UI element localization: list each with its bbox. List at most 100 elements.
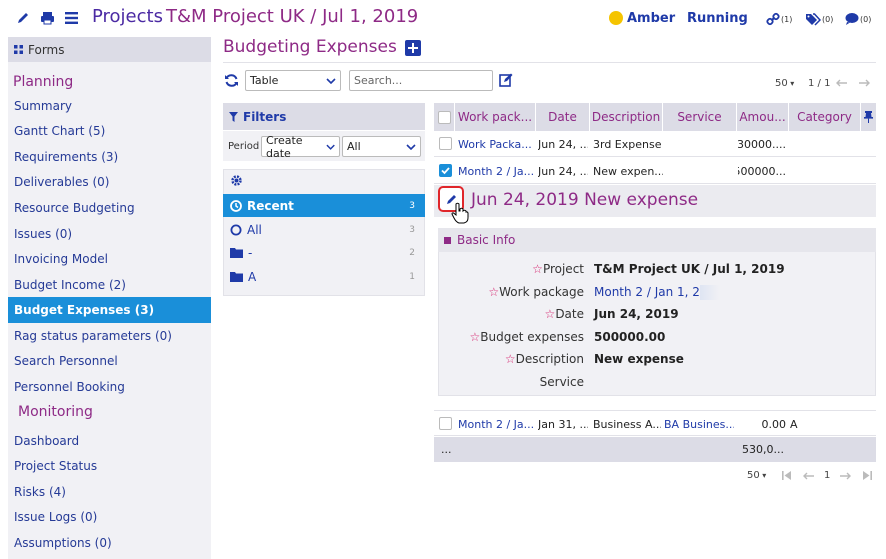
column-service[interactable]: Service	[663, 103, 737, 131]
sidebar-item-summary[interactable]: Summary	[8, 93, 211, 119]
sidebar-item-search-personnel[interactable]: Search Personnel	[8, 348, 211, 374]
title-divider	[223, 62, 876, 63]
header-edit-icon[interactable]	[16, 11, 30, 25]
edit-columns-icon[interactable]	[499, 73, 513, 87]
cell-work-package[interactable]: Month 2 / Ja...	[458, 411, 534, 437]
print-icon[interactable]	[40, 11, 55, 25]
sidebar-item-invoicing-model[interactable]: Invoicing Model	[8, 246, 211, 272]
sidebar-item-issue-logs[interactable]: Issue Logs (0)	[8, 504, 211, 530]
column-category[interactable]: Category	[789, 103, 861, 131]
period-value-select[interactable]: All	[342, 136, 421, 157]
select-all-checkbox[interactable]	[437, 110, 451, 124]
menu-icon[interactable]	[65, 12, 78, 24]
clock-icon	[230, 199, 242, 212]
column-work-package[interactable]: Work pack...	[455, 103, 536, 131]
sidebar-item-assumptions[interactable]: Assumptions (0)	[8, 530, 211, 556]
links-count: (1)	[781, 14, 793, 24]
sidebar-item-dashboard[interactable]: Dashboard	[8, 428, 211, 454]
row-checkbox[interactable]	[439, 417, 452, 430]
status-dot-icon	[609, 11, 623, 25]
cell-service[interactable]	[664, 131, 734, 157]
sidebar-item-rag-status-parameters[interactable]: Rag status parameters (0)	[8, 323, 211, 349]
field-label-service: Service	[539, 375, 584, 389]
cell-work-package[interactable]: Month 2 / Ja...	[458, 158, 534, 184]
sidebar-item-project-status[interactable]: Project Status	[8, 453, 211, 479]
field-value-work-package[interactable]: Month 2 / Jan 1, 20	[594, 285, 708, 299]
filters-header[interactable]: Filters	[223, 103, 425, 130]
last-page-icon[interactable]	[863, 471, 872, 480]
column-description[interactable]: Description	[590, 103, 663, 131]
filter-item-dash[interactable]: - 2	[223, 241, 425, 264]
period-value-value: All	[347, 140, 361, 153]
chevron-down-icon	[326, 144, 335, 150]
tags-button[interactable]: (0)	[805, 11, 833, 27]
sidebar-item-requirements[interactable]: Requirements (3)	[8, 144, 211, 170]
page-size-select[interactable]: 50 ▾	[775, 78, 794, 89]
cell-service[interactable]	[664, 158, 734, 184]
filter-item-label: A	[248, 269, 257, 284]
sidebar-item-resource-budgeting[interactable]: Resource Budgeting	[8, 195, 211, 221]
bottom-page-size-select[interactable]: 50 ▾	[747, 470, 766, 481]
add-expense-button[interactable]	[405, 40, 421, 56]
sidebar-item-risks[interactable]: Risks (4)	[8, 479, 211, 505]
cell-date: Jun 24, ...	[538, 137, 588, 151]
field-label-budget-expenses: ☆Budget expenses	[469, 330, 584, 344]
prev-page-icon[interactable]	[836, 79, 848, 87]
sidebar-item-budget-income[interactable]: Budget Income (2)	[8, 272, 211, 298]
table-row[interactable]: Month 2 / Ja... Jun 24, ... New expen...…	[434, 158, 876, 184]
search-input[interactable]: Search...	[349, 70, 493, 91]
filter-item-all[interactable]: All 3	[223, 218, 425, 241]
check-icon	[441, 167, 450, 175]
cell-service[interactable]: BA Busines...	[664, 411, 734, 437]
column-date[interactable]: Date	[536, 103, 590, 131]
bottom-next-page-icon[interactable]	[839, 472, 851, 480]
cell-description: Business A...	[593, 417, 661, 431]
field-value-project: T&M Project UK / Jul 1, 2019	[594, 262, 785, 276]
totals-amount: 530,0...	[742, 443, 784, 456]
basic-info-header[interactable]: Basic Info	[438, 228, 876, 252]
next-page-icon[interactable]	[858, 79, 870, 87]
field-value-date: Jun 24, 2019	[594, 307, 679, 321]
page-info: 1 / 1	[808, 78, 831, 89]
sidebar-item-personnel-booking[interactable]: Personnel Booking	[8, 374, 211, 400]
sidebar-item-deliverables[interactable]: Deliverables (0)	[8, 169, 211, 195]
pin-column-header[interactable]	[861, 103, 876, 131]
period-label: Period	[228, 141, 260, 152]
status-color-label[interactable]: Amber	[627, 11, 675, 26]
totals-row	[434, 437, 876, 462]
column-amount[interactable]: Amou...	[737, 103, 789, 131]
filter-item-a[interactable]: A 1	[223, 265, 425, 288]
row-checkbox-checked[interactable]	[439, 164, 452, 177]
bottom-prev-page-icon[interactable]	[803, 472, 815, 480]
folder-icon	[230, 248, 243, 258]
filter-settings-icon[interactable]	[230, 174, 243, 187]
circle-icon	[230, 224, 242, 235]
cell-amount: 30000....	[738, 137, 786, 151]
filter-item-label: -	[248, 245, 253, 260]
field-label-project: ☆Project	[532, 262, 584, 276]
sidebar-item-budget-expenses[interactable]: Budget Expenses (3)	[8, 297, 211, 323]
table-row[interactable]: Work Packa... Jun 24, ... 3rd Expense 30…	[434, 131, 876, 157]
pin-icon	[864, 111, 873, 123]
comments-button[interactable]: (0)	[845, 11, 871, 27]
filter-item-count: 3	[409, 224, 415, 235]
projects-link[interactable]: Projects	[92, 6, 163, 27]
refresh-icon[interactable]	[224, 73, 239, 88]
view-select[interactable]: Table	[245, 70, 341, 91]
filter-item-recent[interactable]: Recent 3	[223, 194, 425, 217]
tags-icon	[806, 13, 821, 26]
field-value-budget-expenses: 500000.00	[594, 330, 666, 344]
page-size-value: 50	[775, 78, 788, 89]
first-page-icon[interactable]	[782, 471, 791, 480]
select-all-header[interactable]	[434, 103, 455, 131]
table-row[interactable]: Month 2 / Ja... Jan 31, ... Business A..…	[434, 410, 876, 436]
grid-icon	[14, 45, 23, 54]
row-checkbox[interactable]	[439, 137, 452, 150]
links-button[interactable]: (1)	[766, 11, 792, 27]
cell-work-package[interactable]: Work Packa...	[458, 131, 534, 157]
forms-button[interactable]: Forms	[8, 37, 211, 62]
run-state-label[interactable]: Running	[687, 11, 748, 26]
period-field-select[interactable]: Create date	[261, 134, 340, 160]
sidebar-item-issues[interactable]: Issues (0)	[8, 221, 211, 247]
sidebar-item-gantt-chart[interactable]: Gantt Chart (5)	[8, 118, 211, 144]
